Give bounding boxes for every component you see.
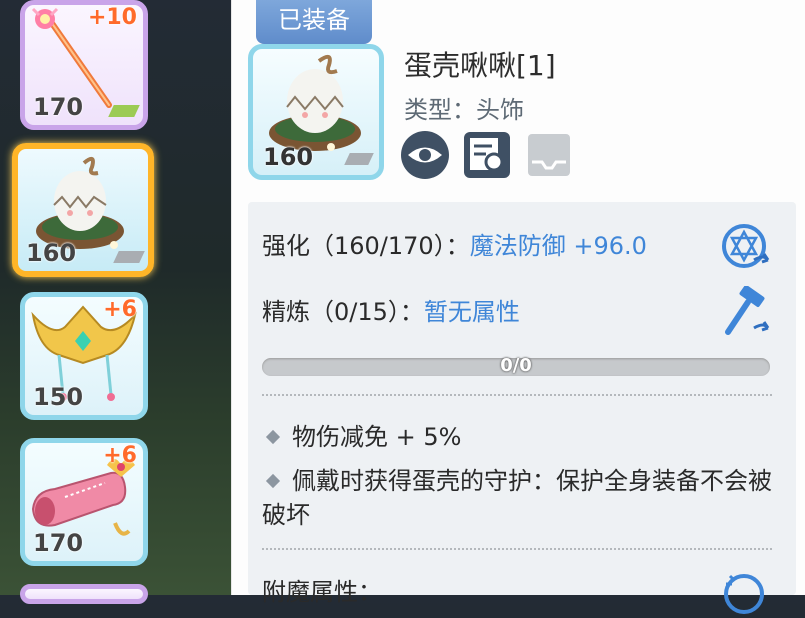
slot-level: 160 xyxy=(26,239,77,267)
divider xyxy=(262,548,772,550)
enhance-plus-label: +10 xyxy=(87,5,137,30)
refine-label: 精炼（0/15）： xyxy=(262,298,424,326)
slot-tray-icon[interactable] xyxy=(524,130,574,180)
enhance-plus-label: +6 xyxy=(103,443,137,468)
inspect-icon[interactable] xyxy=(462,130,512,180)
equipment-sidebar: +10 170 160 +6 150 +6 170 xyxy=(0,0,230,604)
quality-tag xyxy=(108,105,140,117)
equipment-slot-cannon[interactable]: +6 170 xyxy=(20,438,148,566)
slot-level: 170 xyxy=(33,93,84,121)
refine-value: 暂无属性 xyxy=(423,298,520,326)
eye-icon[interactable] xyxy=(400,130,450,180)
attribute-text: 物伤减免 + 5% xyxy=(292,423,462,451)
quality-tag xyxy=(113,251,145,263)
enchant-label: 附魔属性： xyxy=(262,578,382,606)
enhance-plus-label: +6 xyxy=(103,297,137,322)
equipment-slot-crown[interactable]: +6 150 xyxy=(20,292,148,420)
equipped-badge: 已装备 xyxy=(256,0,372,54)
attribute-line: 物伤减免 + 5% xyxy=(262,420,772,454)
slot-level: 150 xyxy=(33,383,84,411)
equipment-slot-partial[interactable] xyxy=(20,584,148,604)
stats-section: 强化（160/170）：魔法防御 +96.0 精炼（0/15）：暂无属性 0/0… xyxy=(248,202,796,614)
item-icon-frame: 160 xyxy=(248,44,384,180)
bullet-icon xyxy=(265,429,281,445)
divider xyxy=(262,394,772,396)
item-type: 类型：头饰 xyxy=(404,96,524,124)
item-level: 160 xyxy=(263,143,314,171)
slot-level: 170 xyxy=(33,529,84,557)
enhance-value: 魔法防御 +96.0 xyxy=(469,232,647,260)
enhance-row: 强化（160/170）：魔法防御 +96.0 xyxy=(262,226,647,261)
refine-row: 精炼（0/15）：暂无属性 xyxy=(262,292,520,327)
attribute-line: 佩戴时获得蛋壳的守护：保护全身装备不会被破坏 xyxy=(262,464,772,532)
enhance-label: 强化（160/170）： xyxy=(262,232,470,260)
enhance-button-icon[interactable] xyxy=(720,220,772,272)
hammer-icon[interactable] xyxy=(720,286,772,338)
equipment-slot-staff[interactable]: +10 170 xyxy=(20,0,148,130)
equipment-slot-egg-selected[interactable]: 160 xyxy=(12,143,154,277)
item-name: 蛋壳啾啾[1] xyxy=(404,49,556,82)
attribute-text: 佩戴时获得蛋壳的守护：保护全身装备不会被破坏 xyxy=(262,467,772,529)
item-detail-panel: 已装备 160 蛋壳啾啾[1] 类型：头饰 强化（160/170）：魔法防御 +… xyxy=(231,0,805,614)
bullet-icon xyxy=(265,473,281,489)
progress-text: 0/0 xyxy=(500,355,532,376)
refine-progress-bar: 0/0 xyxy=(262,355,770,376)
enchant-button-icon[interactable] xyxy=(720,566,772,618)
